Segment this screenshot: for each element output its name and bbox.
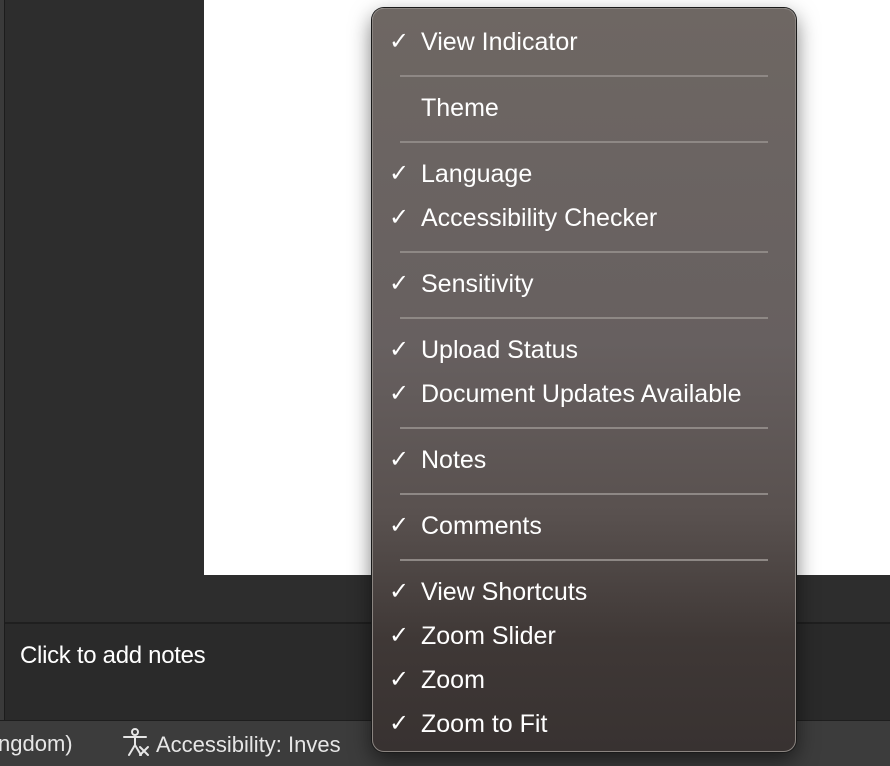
- menu-item-label: Sensitivity: [421, 270, 534, 298]
- menu-item-label: Notes: [421, 446, 487, 474]
- menu-separator: [373, 549, 795, 571]
- menu-item-comments[interactable]: ✓ Comments: [373, 505, 795, 549]
- checkmark-icon: ✓: [389, 380, 410, 407]
- checkmark-icon: ✓: [389, 270, 410, 297]
- menu-item-notes[interactable]: ✓ Notes: [373, 439, 795, 483]
- menu-item-language[interactable]: ✓ Language: [373, 153, 795, 197]
- menu-item-label: Comments: [421, 512, 542, 540]
- notes-placeholder[interactable]: Click to add notes: [20, 642, 206, 670]
- menu-item-view-indicator[interactable]: ✓ View Indicator: [373, 21, 795, 65]
- accessibility-icon: [120, 727, 156, 763]
- menu-item-label: Accessibility Checker: [421, 204, 658, 232]
- app-window: Click to add notes ngdom) Accessibility:…: [0, 0, 890, 766]
- menu-item-label: Theme: [421, 94, 499, 122]
- status-accessibility[interactable]: Accessibility: Inves: [120, 727, 341, 763]
- accessibility-status-label: Accessibility: Inves: [156, 732, 341, 757]
- checkmark-icon: ✓: [389, 622, 410, 649]
- menu-item-label: Zoom Slider: [421, 622, 556, 650]
- status-bar-context-menu: ✓ View Indicator Theme ✓ Language ✓ Accessibil…: [372, 8, 796, 752]
- menu-item-label: View Shortcuts: [421, 578, 588, 606]
- menu-item-zoom-to-fit[interactable]: ✓ Zoom to Fit: [373, 703, 795, 747]
- menu-item-document-updates-available[interactable]: ✓ Document Updates Available: [373, 373, 795, 417]
- menu-item-accessibility-checker[interactable]: ✓ Accessibility Checker: [373, 197, 795, 241]
- checkmark-icon: ✓: [389, 204, 410, 231]
- checkmark-icon: ✓: [389, 160, 410, 187]
- status-language[interactable]: ngdom): [0, 731, 73, 757]
- menu-separator: [373, 307, 795, 329]
- menu-item-view-shortcuts[interactable]: ✓ View Shortcuts: [373, 571, 795, 615]
- menu-separator: [373, 65, 795, 87]
- checkmark-icon: ✓: [389, 578, 410, 605]
- checkmark-icon: ✓: [389, 666, 410, 693]
- menu-item-label: View Indicator: [421, 28, 578, 56]
- menu-item-label: Upload Status: [421, 336, 579, 364]
- checkmark-icon: ✓: [389, 28, 410, 55]
- menu-item-label: Document Updates Available: [421, 380, 742, 408]
- checkmark-icon: ✓: [389, 512, 410, 539]
- checkmark-icon: ✓: [389, 446, 410, 473]
- menu-item-zoom[interactable]: ✓ Zoom: [373, 659, 795, 703]
- menu-item-label: Language: [421, 160, 533, 188]
- menu-separator: [373, 131, 795, 153]
- menu-item-label: Zoom: [421, 666, 485, 694]
- menu-item-theme[interactable]: Theme: [373, 87, 795, 131]
- menu-item-upload-status[interactable]: ✓ Upload Status: [373, 329, 795, 373]
- checkmark-icon: ✓: [389, 710, 410, 737]
- menu-separator: [373, 483, 795, 505]
- menu-item-sensitivity[interactable]: ✓ Sensitivity: [373, 263, 795, 307]
- menu-separator: [373, 417, 795, 439]
- menu-separator: [373, 241, 795, 263]
- menu-item-zoom-slider[interactable]: ✓ Zoom Slider: [373, 615, 795, 659]
- checkmark-icon: ✓: [389, 336, 410, 363]
- menu-item-label: Zoom to Fit: [421, 710, 548, 738]
